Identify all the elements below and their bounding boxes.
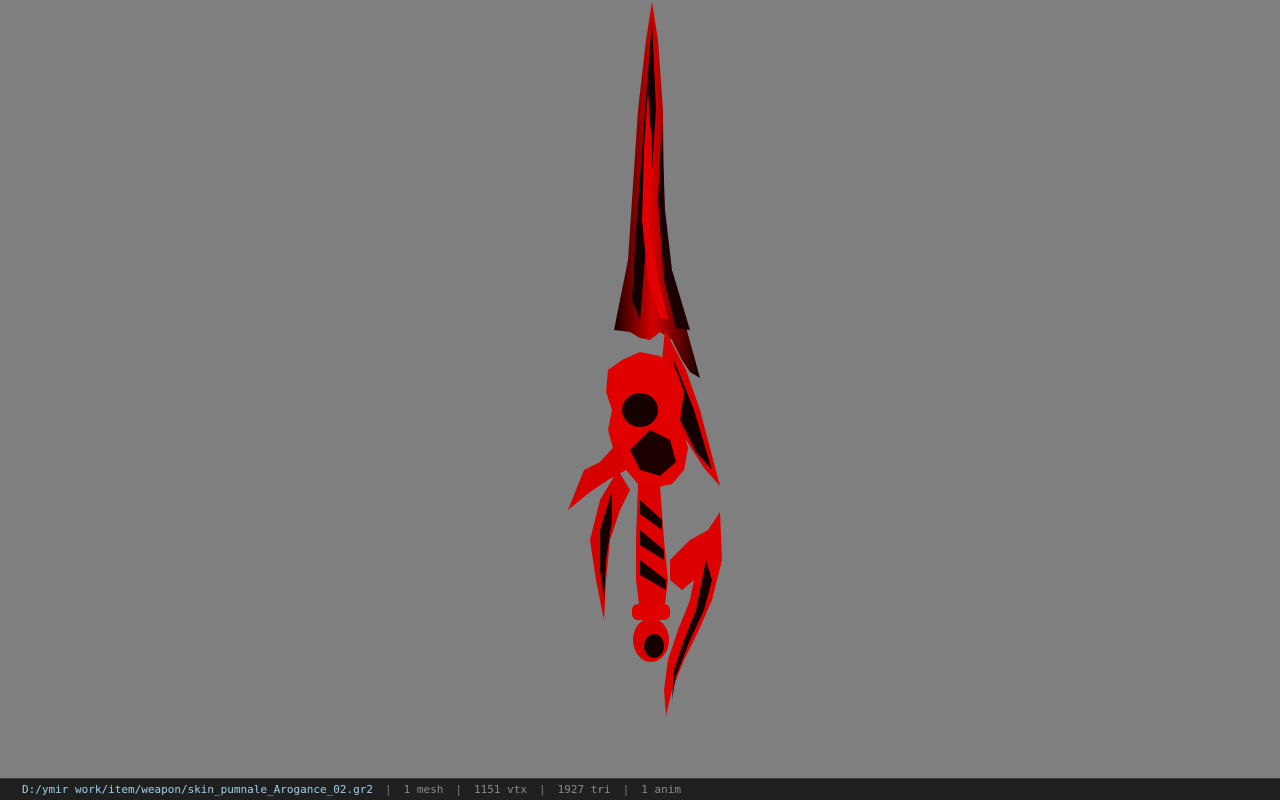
triangle-count: 1927 tri xyxy=(557,783,611,796)
status-bar: D:/ymir work/item/weapon/skin_pumnale_Ar… xyxy=(0,778,1280,800)
status-separator: | xyxy=(455,783,462,796)
status-separator: | xyxy=(385,783,392,796)
pommel-ring xyxy=(632,604,670,620)
pommel-shadow xyxy=(644,634,664,658)
file-path: D:/ymir work/item/weapon/skin_pumnale_Ar… xyxy=(22,783,373,796)
anim-count: 1 anim xyxy=(641,783,681,796)
3d-viewport[interactable] xyxy=(0,0,1280,778)
dagger-model[interactable] xyxy=(0,0,1280,778)
mesh-count: 1 mesh xyxy=(403,783,444,796)
right-lower-spike xyxy=(664,512,722,716)
status-separator: | xyxy=(538,783,546,796)
left-spike-lower xyxy=(590,470,630,620)
skull-shadow xyxy=(622,393,658,427)
vertex-count: 1151 vtx xyxy=(474,783,527,796)
status-separator: | xyxy=(622,783,630,796)
